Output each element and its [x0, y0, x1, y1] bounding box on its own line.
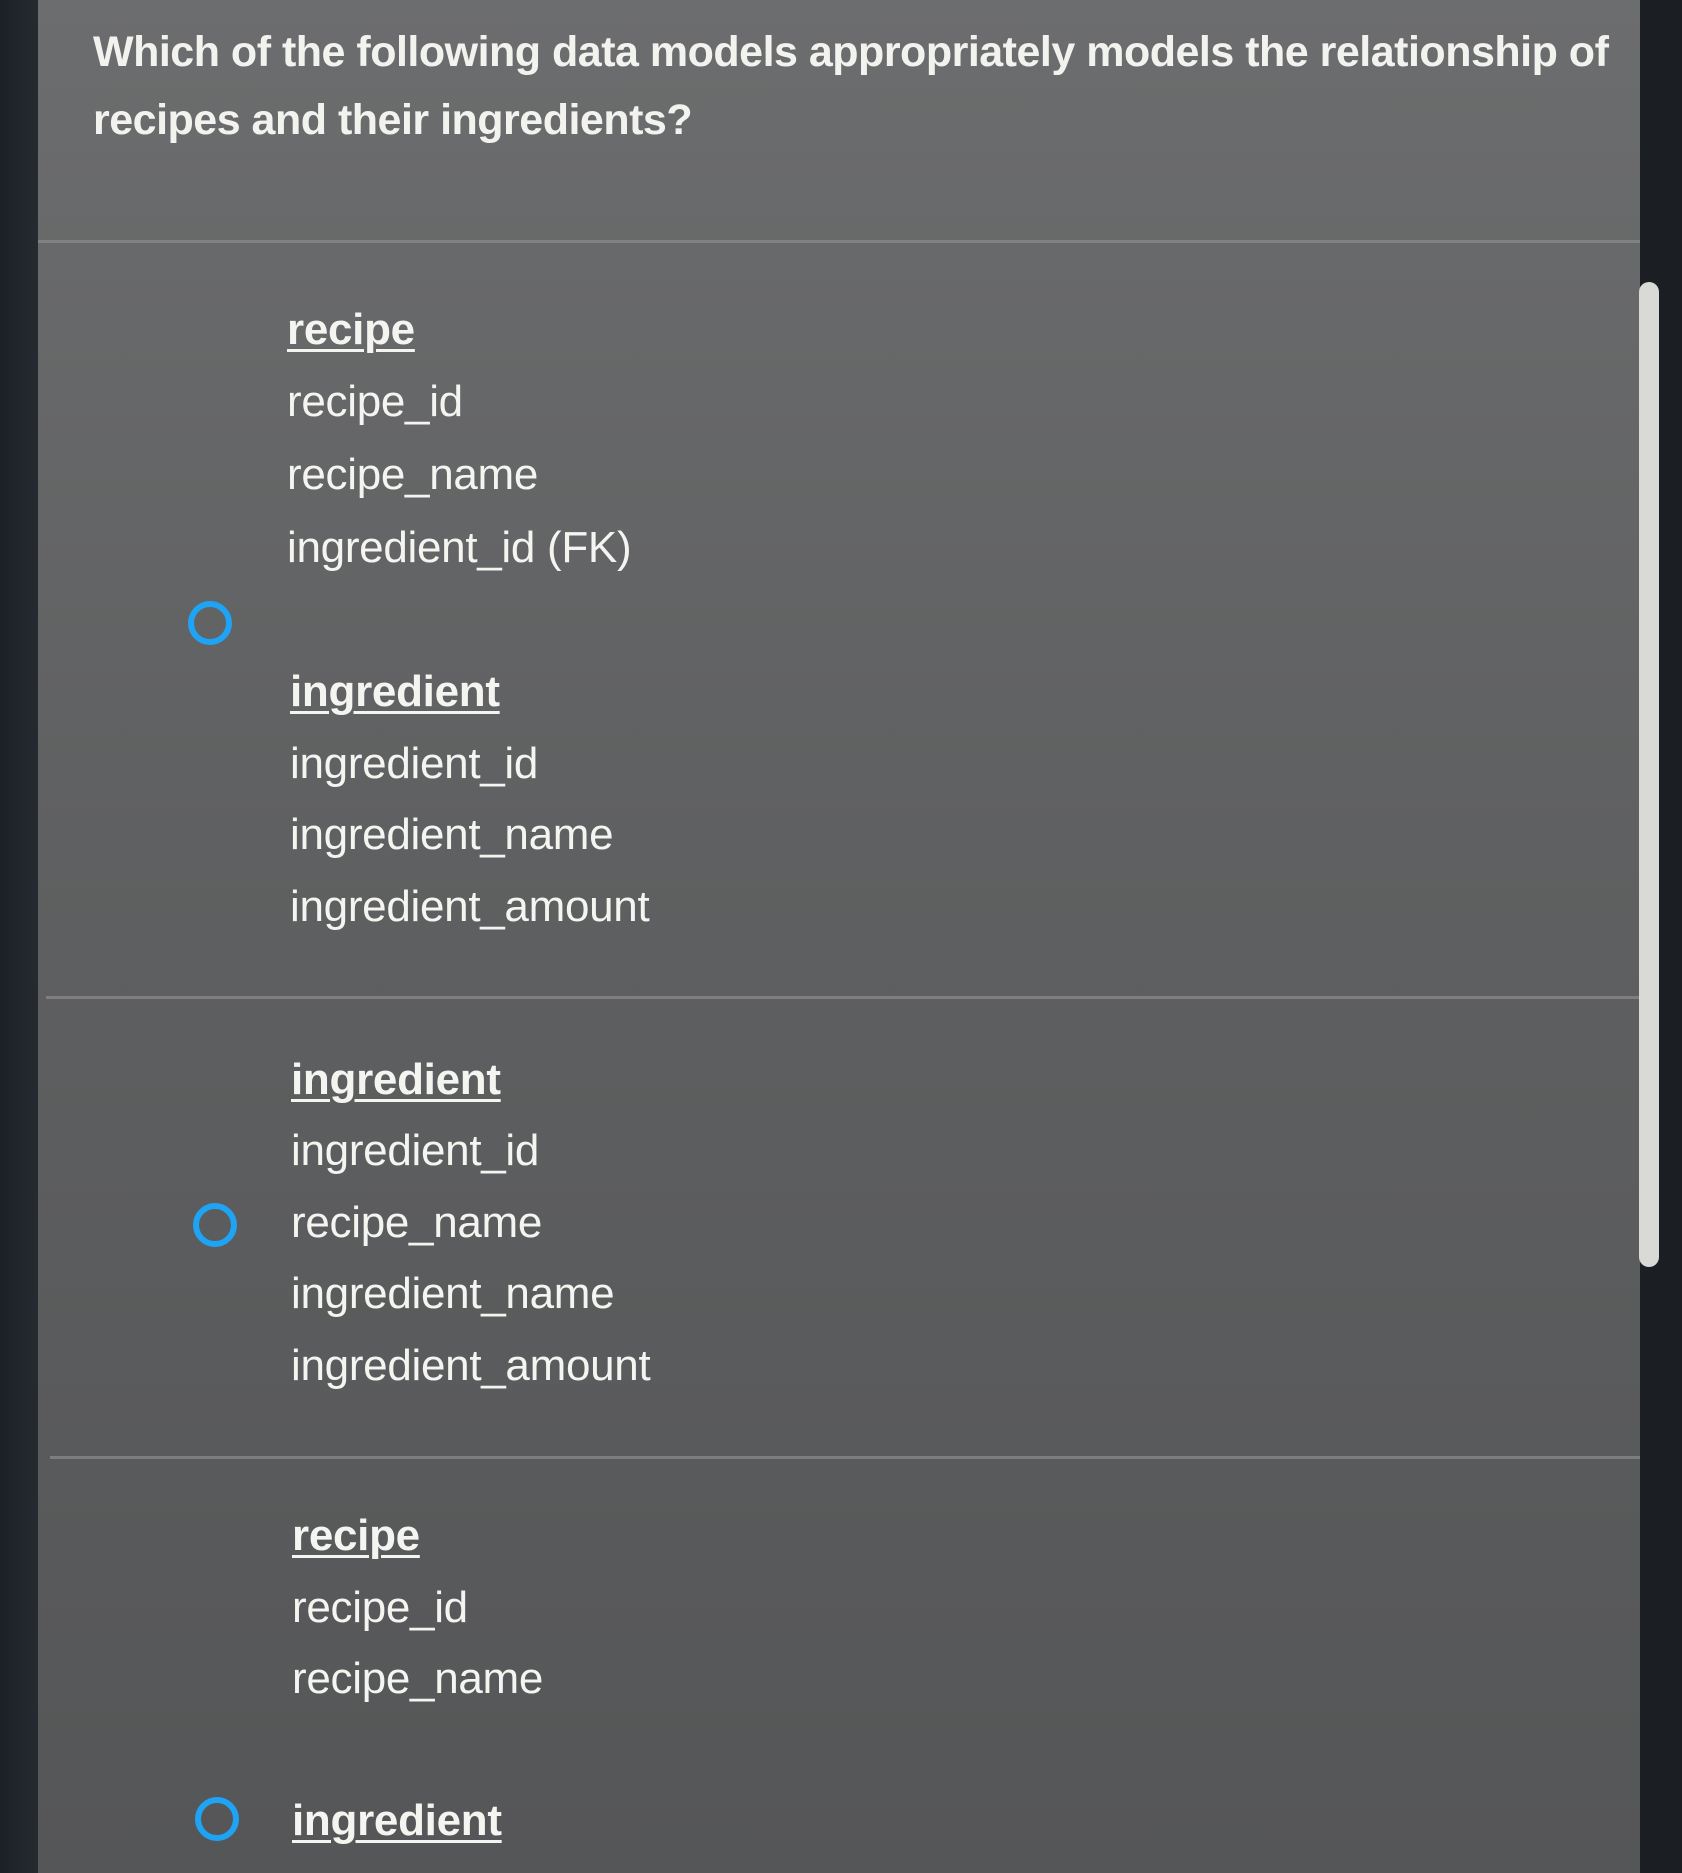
question-text: Which of the following data models appro… [93, 28, 1609, 144]
option-2-radio-button[interactable] [193, 1203, 237, 1247]
divider [46, 996, 1640, 999]
answer-option-3[interactable]: recipe recipe_id recipe_name ingredient [38, 1460, 1638, 1873]
option-1-field: recipe_name [287, 450, 539, 499]
option-1-radio-button[interactable] [188, 601, 232, 645]
option-2-field: ingredient_amount [291, 1341, 651, 1390]
option-1-table-recipe-title: recipe [287, 305, 415, 354]
option-3-field: recipe_name [292, 1654, 544, 1703]
divider [50, 1456, 1640, 1459]
option-2-table-ingredient-title: ingredient [291, 1055, 501, 1104]
option-1-field: ingredient_id (FK) [287, 523, 632, 572]
option-2-field: ingredient_id [291, 1126, 540, 1175]
answer-option-2[interactable]: ingredient ingredient_id recipe_name ing… [38, 1000, 1638, 1456]
scrollbar-thumb[interactable] [1639, 282, 1659, 1267]
option-1-field: recipe_id [287, 377, 463, 426]
screen: Which of the following data models appro… [0, 0, 1682, 1873]
option-3-field: recipe_id [292, 1583, 468, 1632]
option-3-table-recipe-title: recipe [292, 1511, 420, 1560]
answer-option-1[interactable]: recipe recipe_id recipe_name ingredient_… [38, 244, 1638, 996]
option-1-field: ingredient_id [290, 739, 539, 788]
option-1-table-ingredient-title: ingredient [290, 667, 500, 716]
option-1-field: ingredient_name [290, 810, 614, 859]
divider [38, 240, 1650, 243]
option-3-table-ingredient-title: ingredient [292, 1796, 502, 1845]
option-2-field: ingredient_name [291, 1269, 615, 1318]
option-1-field: ingredient_amount [290, 882, 650, 931]
option-2-field: recipe_name [291, 1198, 543, 1247]
option-3-radio-button[interactable] [195, 1797, 239, 1841]
